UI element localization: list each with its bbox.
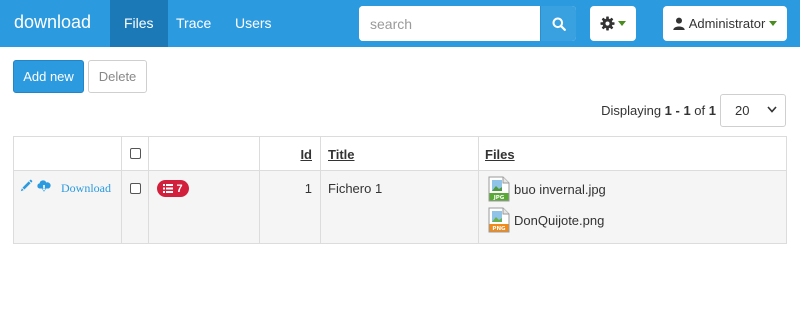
top-navbar: download Files Trace Users search Admini…: [0, 0, 800, 47]
pagination-prefix: Displaying: [601, 103, 665, 118]
file-name: DonQuijote.png: [514, 212, 605, 228]
cloud-download-icon[interactable]: [36, 179, 52, 193]
app-brand[interactable]: download: [14, 12, 91, 33]
column-header-files[interactable]: Files: [485, 147, 515, 162]
png-file-icon: PNG: [488, 207, 510, 233]
add-new-button[interactable]: Add new: [13, 60, 84, 93]
search-group: [359, 6, 576, 41]
files-table: Id Title Files Download 7 1 Fichero 1 JP…: [13, 136, 787, 244]
nav-trace[interactable]: Trace: [162, 0, 225, 47]
table-row: Download 7 1 Fichero 1 JPG buo invernal.…: [14, 171, 786, 243]
page-size-value: 20: [735, 103, 750, 118]
column-divider: [259, 137, 260, 243]
settings-button[interactable]: [590, 6, 636, 41]
jpg-file-icon: JPG: [488, 176, 510, 202]
download-link[interactable]: Download: [61, 181, 111, 196]
file-name: buo invernal.jpg: [514, 181, 606, 197]
delete-button[interactable]: Delete: [88, 60, 147, 93]
svg-text:JPG: JPG: [493, 195, 505, 201]
page-size-select[interactable]: 20: [720, 94, 786, 127]
cell-title: Fichero 1: [328, 181, 383, 196]
user-name: Administrator: [688, 16, 766, 31]
list-icon: [163, 184, 174, 193]
pagination-info: Displaying 1 - 1 of 1: [601, 103, 716, 118]
chevron-down-icon: [767, 106, 777, 113]
chevron-down-icon: [769, 21, 778, 26]
column-divider: [320, 137, 321, 243]
chevron-down-icon: [618, 21, 626, 26]
row-checkbox[interactable]: [130, 183, 141, 194]
gear-icon: [600, 16, 615, 31]
svg-text:PNG: PNG: [492, 226, 506, 232]
user-menu-button[interactable]: Administrator: [663, 6, 787, 41]
search-icon: [552, 17, 566, 31]
pencil-icon[interactable]: [20, 179, 33, 192]
select-all-checkbox[interactable]: [130, 148, 141, 159]
badge-count: 7: [176, 182, 183, 195]
table-header: Id Title Files: [14, 137, 786, 171]
column-divider: [121, 137, 122, 243]
search-input[interactable]: [359, 6, 540, 41]
column-header-id[interactable]: Id: [300, 147, 312, 162]
file-link-jpg[interactable]: JPG buo invernal.jpg: [488, 176, 606, 202]
nav-users[interactable]: Users: [221, 0, 286, 47]
column-divider: [478, 137, 479, 243]
column-header-title[interactable]: Title: [328, 147, 355, 162]
file-link-png[interactable]: PNG DonQuijote.png: [488, 207, 604, 233]
column-divider: [148, 137, 149, 243]
cell-id: 1: [304, 181, 312, 196]
pagination-range: 1 - 1: [664, 103, 691, 118]
user-icon: [673, 17, 685, 30]
pagination-of: of: [690, 103, 709, 118]
detail-count-badge[interactable]: 7: [157, 180, 189, 197]
nav-files[interactable]: Files: [110, 0, 168, 47]
search-button[interactable]: [540, 6, 576, 41]
pagination-total: 1: [708, 103, 716, 118]
